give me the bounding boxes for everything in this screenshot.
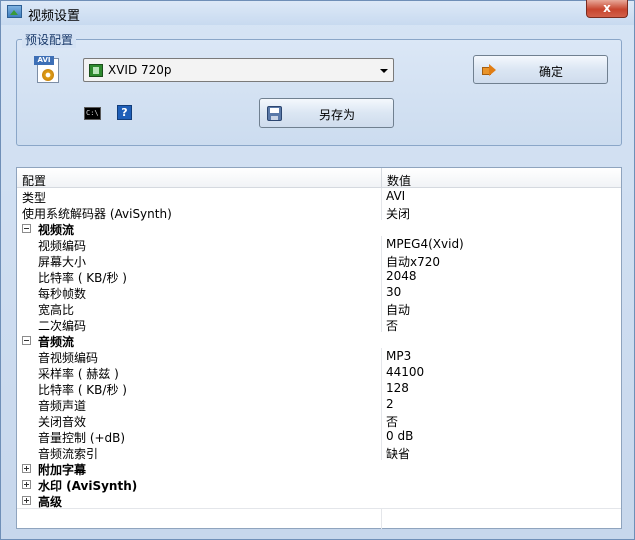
category-row[interactable]: 水印 (AviSynth): [17, 476, 621, 493]
property-value[interactable]: MP3: [386, 349, 411, 363]
film-reel-icon: [42, 69, 54, 81]
title-bar[interactable]: 视频设置 x: [1, 0, 634, 25]
column-divider: [381, 396, 382, 412]
property-row[interactable]: 二次编码否: [17, 316, 621, 333]
category-row[interactable]: 视频流: [17, 220, 621, 237]
property-row[interactable]: 比特率 ( KB/秒 ) 2048: [17, 268, 621, 285]
save-as-button-label: 另存为: [319, 108, 356, 122]
property-value[interactable]: 30: [386, 285, 401, 299]
ok-button[interactable]: 确定: [473, 55, 608, 84]
help-icon[interactable]: ?: [117, 105, 132, 120]
expand-icon[interactable]: [22, 496, 31, 505]
column-divider: [381, 364, 382, 380]
avi-file-icon: AVI: [34, 55, 61, 84]
film-icon: [89, 64, 103, 77]
property-row[interactable]: 比特率 ( KB/秒 ) 128: [17, 380, 621, 397]
column-divider: [381, 348, 382, 364]
save-as-button[interactable]: 另存为: [259, 98, 394, 128]
property-row[interactable]: 使用系统解码器 (AviSynth) 关闭: [17, 204, 621, 221]
expand-icon[interactable]: [22, 464, 31, 473]
category-row[interactable]: 附加字幕: [17, 460, 621, 477]
grid-header: 配置 数值: [17, 168, 621, 188]
column-divider: [381, 252, 382, 268]
grid-empty-row: [17, 508, 621, 529]
command-prompt-icon[interactable]: C:\: [84, 107, 101, 120]
column-divider[interactable]: [381, 168, 382, 188]
video-settings-icon: [7, 5, 22, 18]
property-value[interactable]: 2: [386, 397, 394, 411]
preset-profile-select[interactable]: XVID 720p: [83, 58, 394, 82]
preset-profile-value: XVID 720p: [108, 63, 172, 77]
property-row[interactable]: 类型 AVI: [17, 188, 621, 205]
property-value[interactable]: 0 dB: [386, 429, 413, 443]
chevron-down-icon[interactable]: [380, 69, 388, 73]
column-divider: [381, 188, 382, 204]
close-button[interactable]: x: [586, 0, 628, 18]
window-title: 视频设置: [28, 9, 81, 24]
column-divider: [381, 268, 382, 284]
column-divider: [381, 284, 382, 300]
category-row[interactable]: 高级: [17, 492, 621, 509]
property-value[interactable]: MPEG4(Xvid): [386, 237, 464, 251]
arrow-right-icon: [482, 64, 496, 76]
floppy-disk-icon: [267, 106, 282, 121]
property-row[interactable]: 关闭音效否: [17, 412, 621, 429]
property-value[interactable]: 128: [386, 381, 409, 395]
column-header-value[interactable]: 数值: [387, 172, 411, 189]
column-divider: [381, 444, 382, 460]
column-divider: [381, 236, 382, 252]
property-row[interactable]: 屏幕大小 自动x720: [17, 252, 621, 269]
column-divider: [381, 316, 382, 332]
column-divider: [381, 509, 382, 529]
column-divider: [381, 380, 382, 396]
property-value[interactable]: 44100: [386, 365, 424, 379]
expand-icon[interactable]: [22, 480, 31, 489]
column-divider: [381, 204, 382, 220]
property-row[interactable]: 宽高比 自动: [17, 300, 621, 317]
settings-property-grid: 配置 数值 类型 AVI 使用系统解码器 (AviSynth) 关闭 视频流 视频编码 MP…: [16, 167, 622, 529]
preset-group-label: 预设配置: [22, 31, 77, 48]
collapse-icon[interactable]: [22, 336, 31, 345]
property-value[interactable]: 2048: [386, 269, 417, 283]
property-row[interactable]: 音量控制 (+dB) 0 dB: [17, 428, 621, 445]
column-header-name[interactable]: 配置: [22, 172, 46, 189]
ok-button-label: 确定: [539, 65, 564, 79]
property-row[interactable]: 采样率 ( 赫兹 ) 44100: [17, 364, 621, 381]
property-value[interactable]: AVI: [386, 189, 405, 203]
collapse-icon[interactable]: [22, 224, 31, 233]
property-row[interactable]: 音频流索引 缺省: [17, 444, 621, 461]
column-divider: [381, 300, 382, 316]
property-row[interactable]: 视频编码 MPEG4(Xvid): [17, 236, 621, 253]
category-row[interactable]: 音频流: [17, 332, 621, 349]
column-divider: [381, 428, 382, 444]
property-row[interactable]: 音频声道 2: [17, 396, 621, 413]
property-row[interactable]: 每秒帧数 30: [17, 284, 621, 301]
video-settings-window: 视频设置 x 预设配置 AVI XVID 720p 确定 C:\ ? 另存为 配…: [0, 0, 635, 540]
property-row[interactable]: 音视频编码 MP3: [17, 348, 621, 365]
avi-badge: AVI: [34, 56, 54, 65]
grid-rows: 类型 AVI 使用系统解码器 (AviSynth) 关闭 视频流 视频编码 MPEG4(Xv…: [17, 188, 621, 509]
column-divider: [381, 412, 382, 428]
